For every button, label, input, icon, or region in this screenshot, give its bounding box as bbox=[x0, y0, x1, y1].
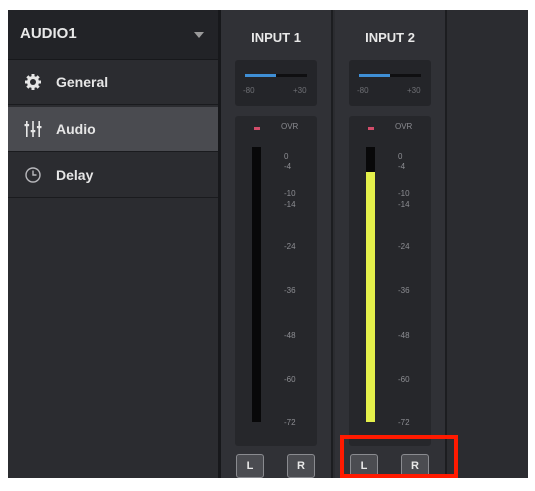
meter-scale-tick: -36 bbox=[398, 286, 410, 295]
ovr-label: OVR bbox=[395, 122, 413, 131]
gain-min-label: -80 bbox=[243, 86, 255, 95]
overload-indicator bbox=[254, 127, 260, 130]
meter-scale-tick: -24 bbox=[398, 242, 410, 251]
source-select[interactable]: AUDIO1 bbox=[8, 10, 218, 60]
meter-scale-tick: -60 bbox=[284, 375, 296, 384]
gain-track[interactable] bbox=[245, 74, 307, 77]
meter-scale-tick: 0 bbox=[398, 152, 403, 161]
gain-max-label: +30 bbox=[293, 86, 307, 95]
right-channel-button[interactable]: R bbox=[287, 454, 315, 478]
chevron-down-icon bbox=[194, 32, 204, 38]
image-border bbox=[0, 478, 535, 491]
gain-max-label: +30 bbox=[407, 86, 421, 95]
channel-title: INPUT 1 bbox=[251, 30, 301, 45]
meter-scale-tick: -4 bbox=[284, 162, 292, 171]
ovr-label: OVR bbox=[281, 122, 299, 131]
meter-level bbox=[366, 171, 375, 422]
gain-slider[interactable]: -80 +30 bbox=[235, 60, 317, 106]
gain-slider[interactable]: -80 +30 bbox=[349, 60, 431, 106]
gain-min-label: -80 bbox=[357, 86, 369, 95]
channel-title: INPUT 2 bbox=[365, 30, 415, 45]
channel-strip-input-1: INPUT 1 -80 +30 OVR 0 -4 -10 -14 -24 -36… bbox=[221, 10, 333, 478]
meter-bar bbox=[366, 147, 375, 422]
meter-scale-tick: -14 bbox=[398, 200, 410, 209]
meter-scale-tick: -36 bbox=[284, 286, 296, 295]
meter-scale-tick: -24 bbox=[284, 242, 296, 251]
sidebar-item-label: General bbox=[56, 74, 109, 90]
meter-scale-tick: -72 bbox=[398, 418, 410, 427]
sidebar-item-label: Audio bbox=[56, 121, 96, 137]
meter-scale-tick: 0 bbox=[284, 152, 289, 161]
meter-scale-tick: -10 bbox=[284, 189, 296, 198]
sidebar-item-label: Delay bbox=[56, 167, 94, 183]
image-border bbox=[0, 0, 8, 491]
empty-channel-area bbox=[449, 10, 528, 478]
source-select-value: AUDIO1 bbox=[20, 25, 77, 42]
meter-scale-tick: -72 bbox=[284, 418, 296, 427]
meter-scale-tick: -60 bbox=[398, 375, 410, 384]
level-meter: OVR 0 -4 -10 -14 -24 -36 -48 -60 -72 bbox=[349, 116, 431, 446]
gain-fill bbox=[245, 74, 276, 77]
gain-fill bbox=[359, 74, 390, 77]
channel-strip-input-2: INPUT 2 -80 +30 OVR 0 -4 -10 -14 -24 -36… bbox=[335, 10, 447, 478]
sidebar-empty-area bbox=[8, 198, 218, 478]
left-channel-button[interactable]: L bbox=[350, 454, 378, 478]
overload-indicator bbox=[368, 127, 374, 130]
audio-settings-panel: AUDIO1 General Audio Delay INPUT 1 -80 +… bbox=[0, 0, 535, 491]
meter-scale-tick: -48 bbox=[398, 331, 410, 340]
sidebar: AUDIO1 General Audio Delay bbox=[8, 10, 218, 478]
gain-track[interactable] bbox=[359, 74, 421, 77]
sidebar-item-general[interactable]: General bbox=[8, 60, 218, 105]
level-meter: OVR 0 -4 -10 -14 -24 -36 -48 -60 -72 bbox=[235, 116, 317, 446]
meter-bar bbox=[252, 147, 261, 422]
image-border bbox=[0, 0, 535, 10]
sidebar-item-delay[interactable]: Delay bbox=[8, 153, 218, 198]
clock-icon bbox=[25, 167, 41, 183]
sidebar-item-audio[interactable]: Audio bbox=[8, 107, 218, 152]
gear-icon bbox=[25, 74, 41, 90]
meter-scale-tick: -10 bbox=[398, 189, 410, 198]
mixer-sliders-icon bbox=[24, 121, 42, 137]
meter-scale-tick: -14 bbox=[284, 200, 296, 209]
right-channel-button[interactable]: R bbox=[401, 454, 429, 478]
left-channel-button[interactable]: L bbox=[236, 454, 264, 478]
meter-scale-tick: -4 bbox=[398, 162, 406, 171]
meter-scale-tick: -48 bbox=[284, 331, 296, 340]
image-border bbox=[528, 0, 535, 491]
